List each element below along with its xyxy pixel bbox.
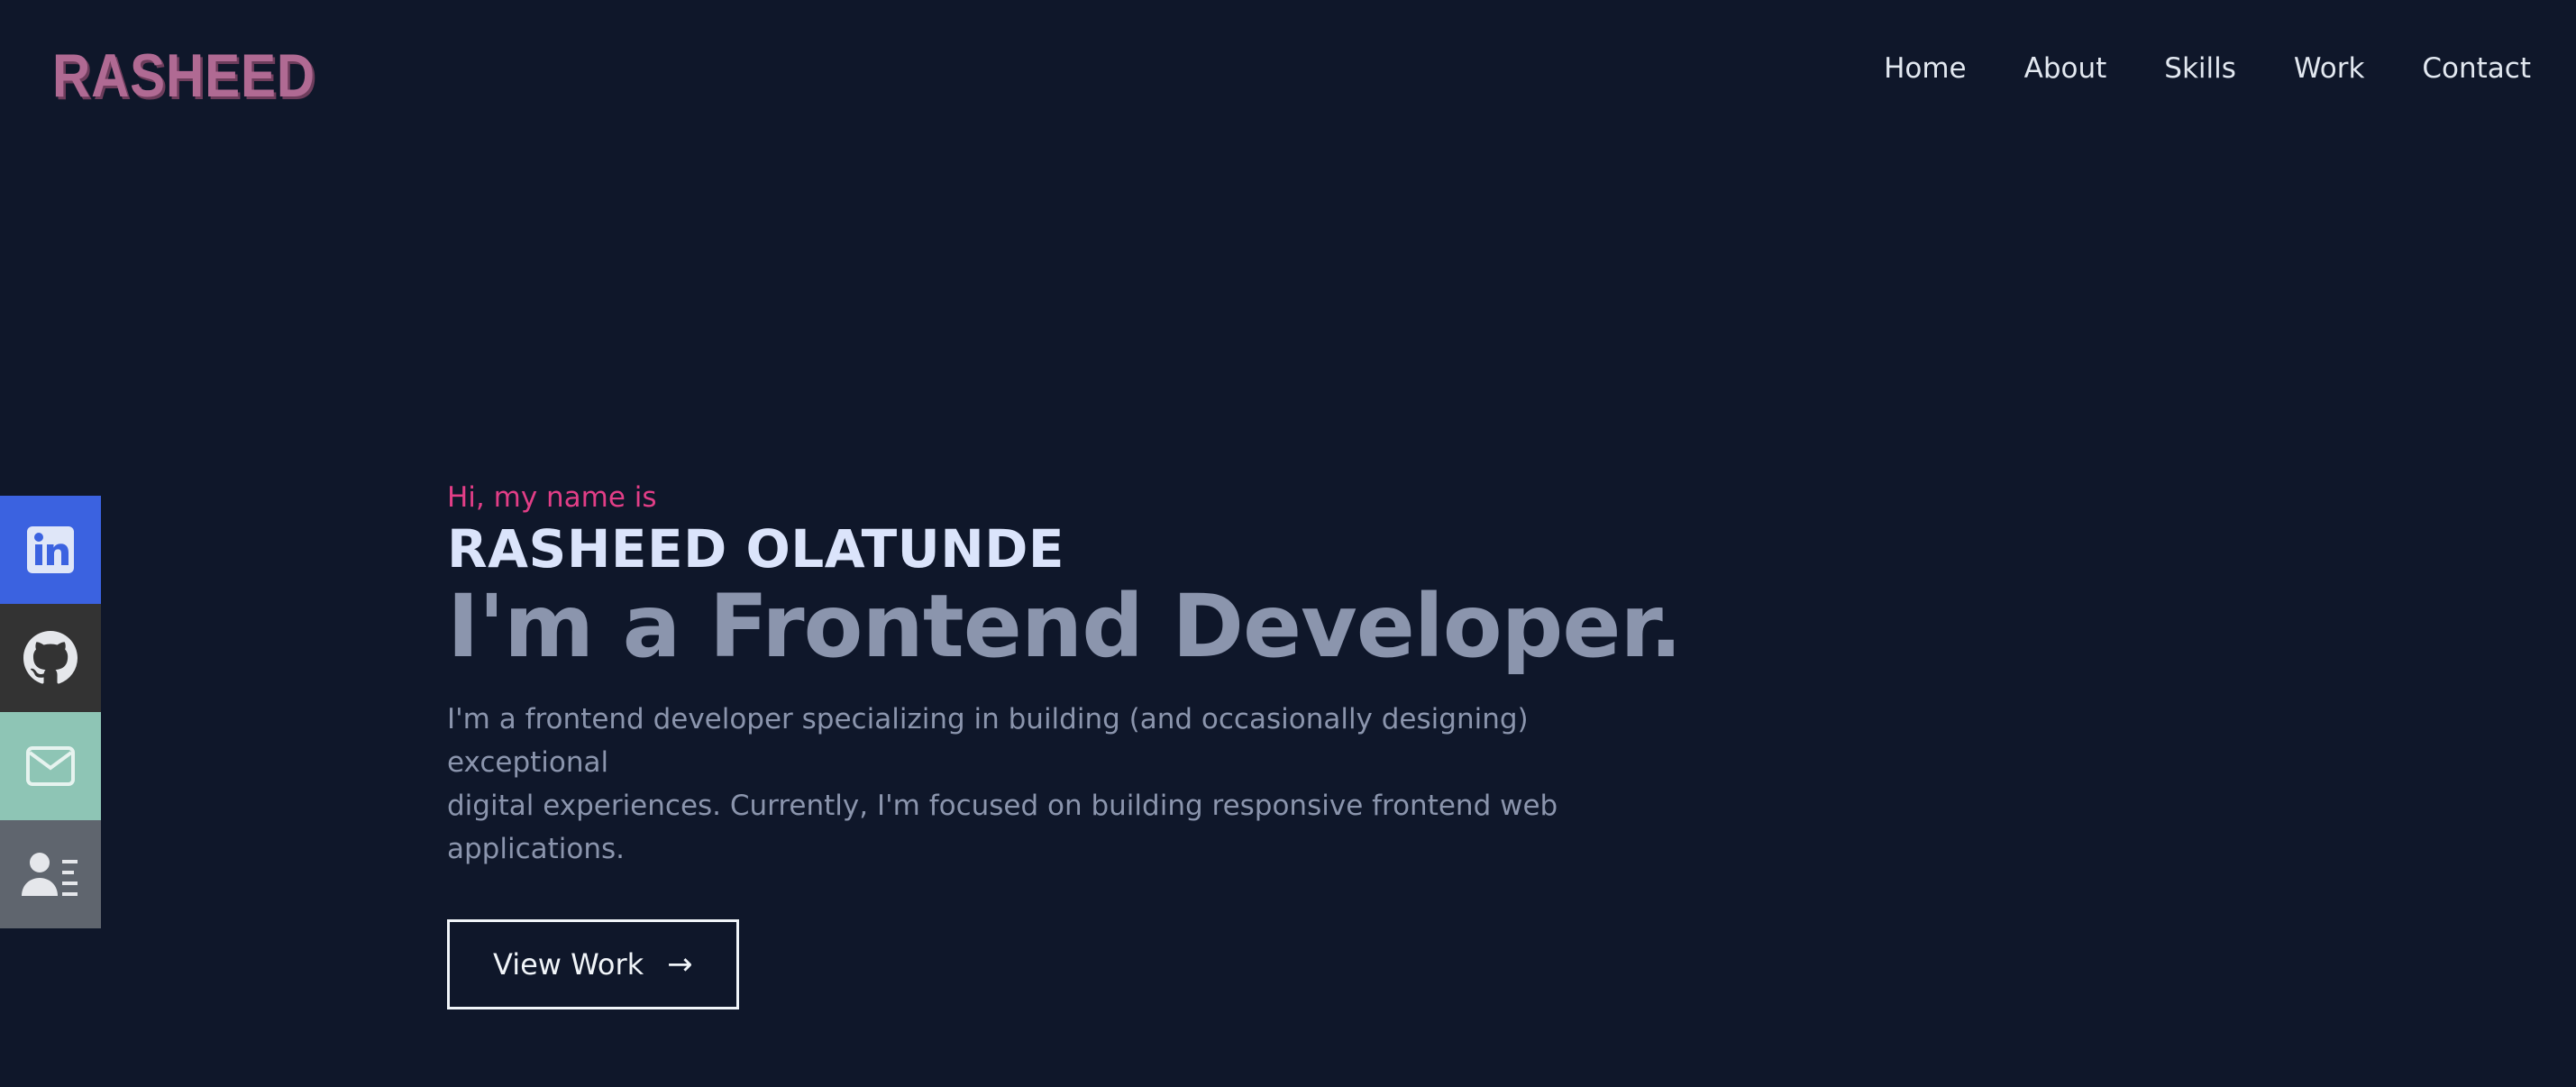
nav-home[interactable]: Home (1884, 50, 1967, 87)
nav-contact[interactable]: Contact (2422, 50, 2531, 87)
linkedin-icon (27, 526, 74, 573)
linkedin-link[interactable] (0, 496, 101, 604)
resume-link[interactable] (0, 820, 101, 928)
hero-role: I'm a Frontend Developer. (447, 576, 1683, 677)
nav-about[interactable]: About (2024, 50, 2107, 87)
site-logo[interactable]: RASHEED (52, 40, 315, 112)
github-icon (23, 631, 78, 684)
intro-paragraph: I'm a frontend developer specializing in… (447, 698, 1691, 871)
social-sidebar (0, 496, 101, 928)
intro-line-2: digital experiences. Currently, I'm focu… (447, 790, 1558, 865)
nav-work[interactable]: Work (2294, 50, 2365, 87)
view-work-button[interactable]: View Work → (447, 919, 739, 1009)
hero-name: RASHEED OLATUNDE (447, 518, 1065, 580)
mail-icon (26, 746, 75, 786)
view-work-label: View Work (493, 947, 644, 982)
hero-section: Hi, my name is RASHEED OLATUNDE I'm a Fr… (447, 480, 1691, 1009)
email-link[interactable] (0, 712, 101, 820)
greeting-text: Hi, my name is (447, 481, 657, 514)
resume-icon (22, 853, 78, 896)
intro-line-1: I'm a frontend developer specializing in… (447, 703, 1529, 779)
nav-skills[interactable]: Skills (2164, 50, 2236, 87)
github-link[interactable] (0, 604, 101, 712)
arrow-right-icon: → (667, 946, 693, 982)
main-nav: Home About Skills Work Contact (1884, 50, 2531, 87)
